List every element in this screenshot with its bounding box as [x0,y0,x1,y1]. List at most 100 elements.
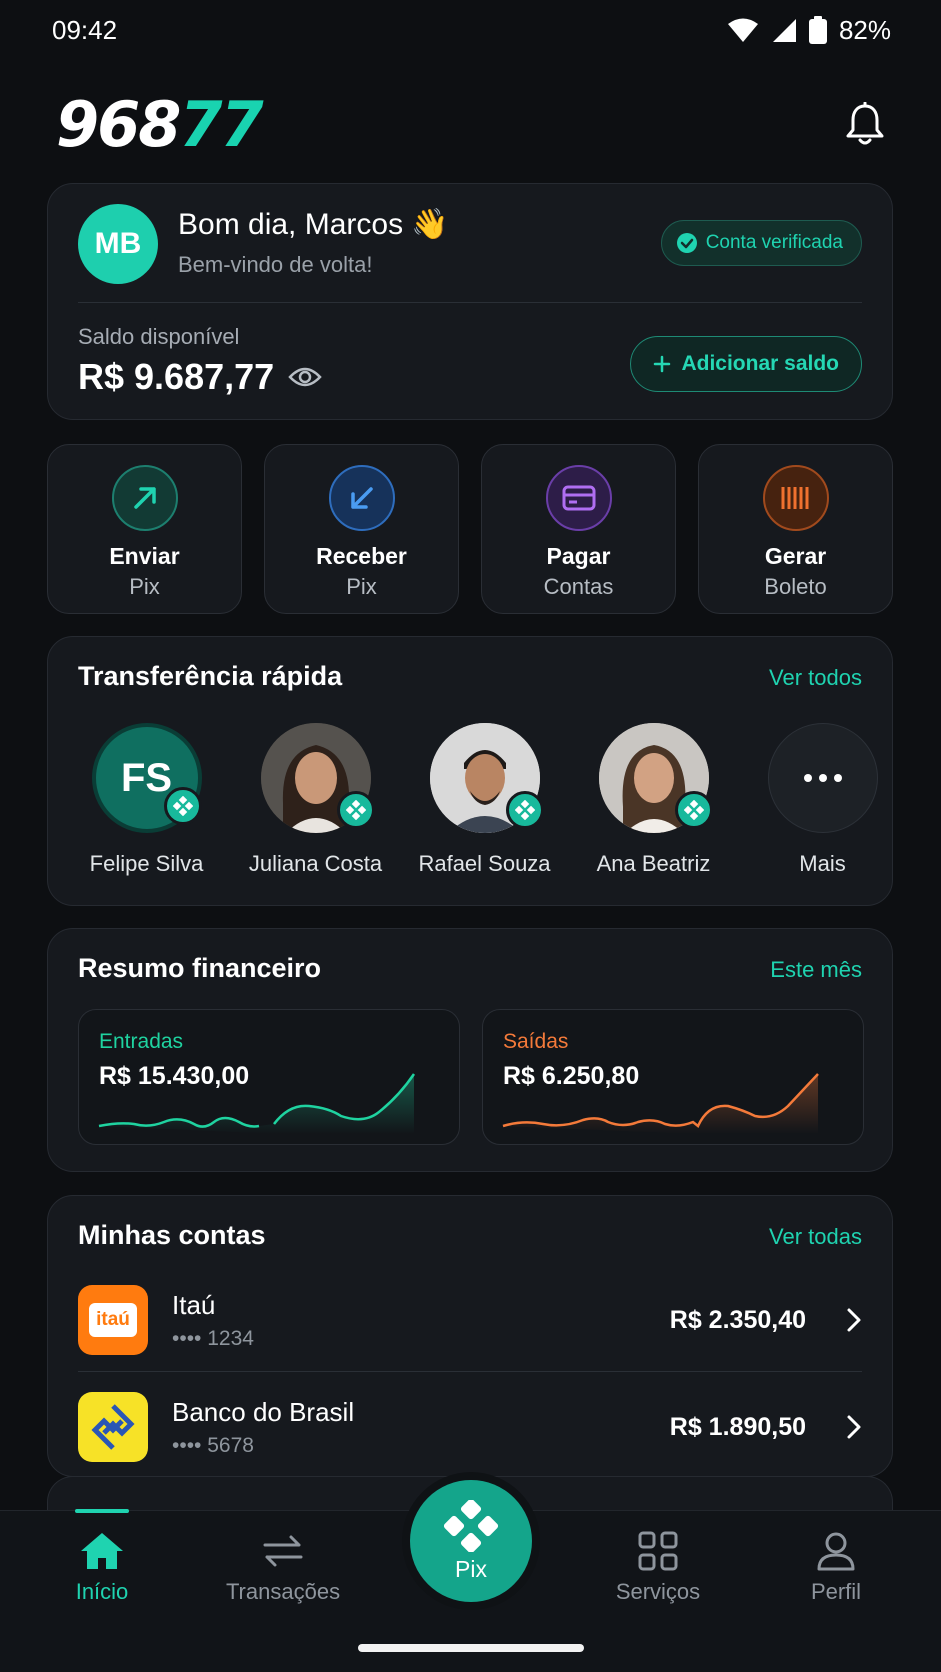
grid-icon [638,1531,678,1571]
home-indicator[interactable] [358,1644,584,1652]
logo-part-white: 968 [56,87,181,161]
avatar: FS [91,723,202,833]
plus-icon [654,355,671,373]
account-number: •••• 5678 [172,1433,254,1457]
welcome-text: Bem-vindo de volta! [178,252,373,277]
see-all-contacts-link[interactable]: Ver todos [769,665,862,691]
contact-name: Mais [799,851,846,876]
quick-actions: Enviar Pix Receber Pix Pagar Contas Gera… [47,444,893,614]
nav-profile[interactable]: Perfil [766,1531,906,1605]
section-title: Transferência rápida [78,661,343,691]
section-title: Minhas contas [78,1220,266,1250]
expense-card[interactable]: Saídas R$ 6.250,80 [482,1009,864,1145]
pix-icon [674,791,713,829]
nav-label: Serviços [615,1579,701,1604]
balance-display: R$ 9.687,77 [78,356,322,398]
logo-part-teal: 77 [179,87,263,161]
expense-label: Saídas [503,1030,569,1053]
active-tab-indicator [75,1509,129,1513]
nav-label: Transações [225,1579,341,1604]
itau-logo: itaú [78,1285,148,1355]
send-pix-button[interactable]: Enviar Pix [47,444,242,614]
contact-list: FS Felipe Silva Juliana Costa Rafael Sou… [62,723,908,877]
banco-do-brasil-logo [78,1392,148,1462]
itau-logo-text: itaú [96,1309,130,1330]
avatar[interactable]: MB [78,204,158,284]
balance-label: Saldo disponível [78,324,240,349]
wifi-icon [727,18,758,42]
arrow-up-right-icon [111,465,178,531]
see-all-accounts-link[interactable]: Ver todas [769,1224,862,1250]
status-time: 09:42 [52,14,118,45]
pix-fab-button[interactable]: Pix [410,1480,532,1602]
account-balance: R$ 1.890,50 [669,1412,806,1441]
status-icons: 82% [727,15,891,46]
avatar-initials: FS [120,755,173,800]
profile-card: MB Bom dia, Marcos 👋 Bem-vindo de volta!… [47,183,893,420]
action-title: Gerar [764,543,827,569]
contact-name: Rafael Souza [418,851,551,876]
account-row-itau[interactable]: itaú Itaú •••• 1234 R$ 2.350,40 [78,1270,862,1370]
receive-pix-button[interactable]: Receber Pix [264,444,459,614]
pay-bills-button[interactable]: Pagar Contas [481,444,676,614]
chevron-right-icon [847,1415,861,1439]
avatar [598,723,713,833]
arrow-down-left-icon [328,465,395,531]
check-circle-icon [676,233,697,253]
contact-item[interactable]: Ana Beatriz [569,723,738,877]
contact-item[interactable]: FS Felipe Silva [62,723,231,877]
pix-icon [336,791,375,829]
verified-label: Conta verificada [705,232,843,253]
accounts-card: Minhas contas Ver todas itaú Itaú •••• 1… [47,1195,893,1477]
avatar [429,723,544,833]
home-icon [81,1533,123,1569]
contact-item[interactable]: Rafael Souza [400,723,569,877]
add-balance-button[interactable]: Adicionar saldo [630,336,862,392]
generate-boleto-button[interactable]: Gerar Boleto [698,444,893,614]
account-number: •••• 1234 [172,1326,254,1350]
contact-item[interactable]: Juliana Costa [231,723,400,877]
pix-icon [163,787,202,825]
income-card[interactable]: Entradas R$ 15.430,00 [78,1009,460,1145]
pix-icon [505,791,544,829]
more-contacts-button[interactable]: Mais [738,723,907,877]
barcode-icon [762,465,829,531]
action-subtitle: Pix [129,574,160,599]
battery-icon [808,16,827,44]
action-title: Pagar [546,543,611,569]
greeting-text: Bom dia, Marcos 👋 [178,208,449,241]
expense-sparkline [502,1073,819,1134]
nav-home[interactable]: Início [32,1531,172,1605]
period-selector[interactable]: Este mês [770,957,862,983]
financial-summary-card: Resumo financeiro Este mês Entradas R$ 1… [47,928,893,1172]
app-header: 96877 [56,84,886,164]
income-label: Entradas [99,1030,184,1053]
pix-fab-label: Pix [455,1555,487,1582]
bank-name: Itaú [172,1289,216,1320]
card-icon [545,465,612,531]
action-subtitle: Boleto [764,574,827,599]
nav-transactions[interactable]: Transações [213,1531,353,1605]
action-title: Enviar [109,543,180,569]
status-bar: 09:42 82% [0,0,941,60]
action-title: Receber [316,543,407,569]
balance-value: R$ 9.687,77 [78,356,275,397]
pix-icon [443,1499,499,1552]
action-subtitle: Pix [346,574,377,599]
person-icon [817,1532,855,1571]
quick-transfer-card: Transferência rápida Ver todos FS Felipe… [47,636,893,906]
contact-name: Ana Beatriz [596,851,711,876]
income-sparkline [98,1073,416,1134]
contact-name: Juliana Costa [248,851,383,876]
eye-icon[interactable] [288,365,322,389]
nav-services[interactable]: Serviços [588,1531,728,1605]
account-row-banco-do-brasil[interactable]: Banco do Brasil •••• 5678 R$ 1.890,50 [78,1377,862,1477]
brand-logo: 96877 [56,87,264,161]
bell-icon[interactable] [844,102,886,146]
action-subtitle: Contas [543,574,614,599]
avatar [260,723,375,833]
bank-name: Banco do Brasil [172,1396,355,1427]
chevron-right-icon [847,1308,861,1332]
bank-info: Itaú •••• 1234 [172,1290,670,1351]
bank-info: Banco do Brasil •••• 5678 [172,1397,670,1458]
